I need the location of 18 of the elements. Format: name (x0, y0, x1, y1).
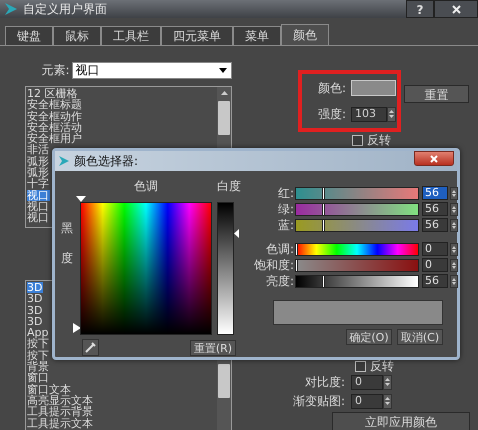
slider-label: 绿: (276, 201, 294, 218)
dialog-title: 颜色选择器: (74, 153, 138, 170)
slider-label: 色调: (264, 241, 294, 258)
whiteness-label: 白度 (217, 179, 239, 194)
blackness-label: 黑度 (61, 220, 73, 267)
intensity-label: 强度: (318, 106, 346, 123)
slider-label: 红: (276, 185, 294, 202)
hue-label: 色调 (134, 179, 158, 194)
contrast-label: 对比度: (304, 374, 345, 391)
window-title: 自定义用户界面 (23, 1, 107, 18)
gradient-map-label: 渐变贴图: (292, 393, 345, 410)
slider-label: 亮度: (264, 273, 294, 290)
checkbox-label: 反转 (367, 134, 391, 146)
color-label: 颜色: (318, 80, 346, 97)
slider-label: 蓝: (276, 217, 294, 234)
slider-label: 饱和度: (252, 257, 294, 274)
checkbox-label: 反转 (370, 360, 394, 372)
element-label: 元素: (40, 62, 70, 79)
